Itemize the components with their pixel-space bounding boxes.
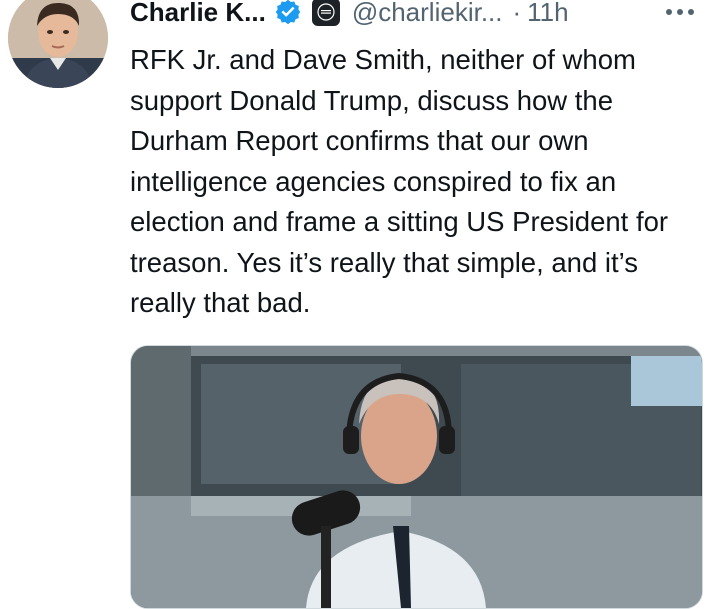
avatar-image bbox=[8, 0, 108, 88]
verified-badge-icon[interactable] bbox=[274, 0, 302, 26]
tweet-header: Charlie K... @charliekir... · 11h bbox=[130, 0, 569, 30]
separator-dot: · bbox=[512, 0, 522, 27]
author-name[interactable]: Charlie K... bbox=[130, 0, 266, 28]
organization-badge-icon[interactable] bbox=[311, 0, 340, 26]
author-avatar[interactable] bbox=[8, 0, 108, 88]
video-frame-image bbox=[131, 346, 702, 608]
more-options-icon[interactable] bbox=[660, 0, 700, 30]
timestamp[interactable]: 11h bbox=[527, 0, 568, 28]
author-handle[interactable]: @charliekir... bbox=[352, 0, 503, 28]
tweet-video-thumbnail[interactable] bbox=[130, 345, 703, 609]
tweet-text: RFK Jr. and Dave Smith, neither of whom … bbox=[130, 44, 669, 318]
